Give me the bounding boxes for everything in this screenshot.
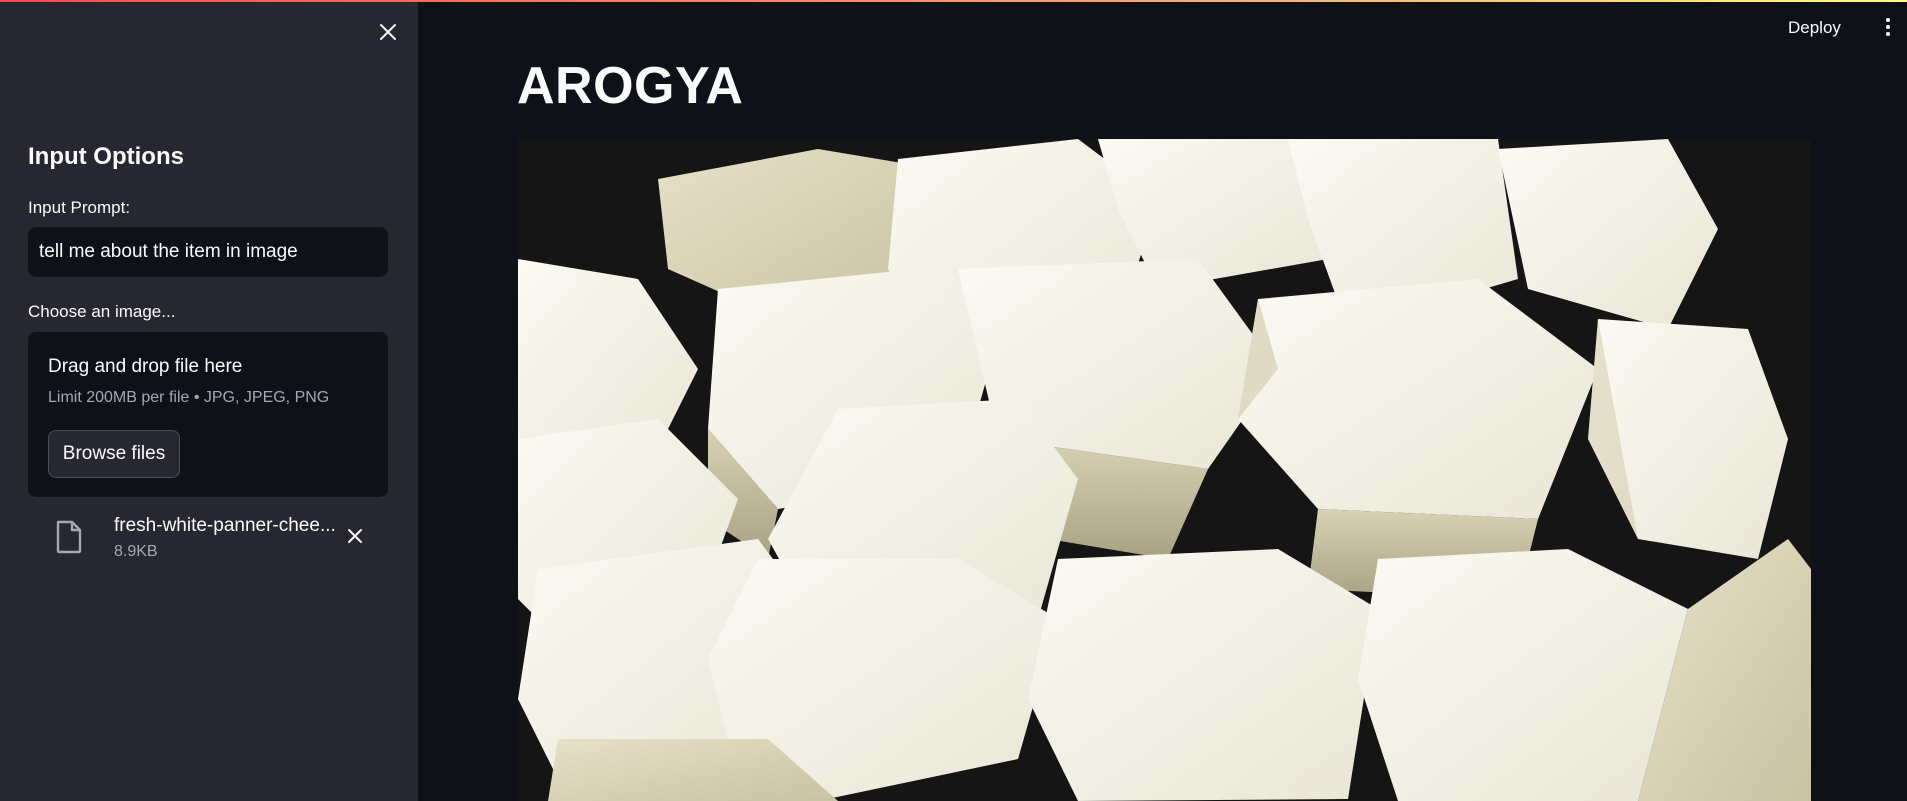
image-uploader-label: Choose an image... xyxy=(28,302,176,321)
page-title: AROGYA xyxy=(517,57,744,115)
uploaded-file-size: 8.9KB xyxy=(114,543,158,560)
browse-files-button[interactable]: Browse files xyxy=(48,430,180,478)
sidebar-section-title: Input Options xyxy=(28,143,184,170)
file-icon xyxy=(55,520,83,554)
dropzone-title: Drag and drop file here xyxy=(48,356,243,377)
close-icon[interactable] xyxy=(376,20,400,44)
prompt-input[interactable] xyxy=(28,227,388,277)
file-dropzone[interactable]: Drag and drop file here Limit 200MB per … xyxy=(28,332,388,497)
dropzone-limit-text: Limit 200MB per file • JPG, JPEG, PNG xyxy=(48,389,330,406)
kebab-vertical-icon[interactable] xyxy=(1880,18,1896,40)
prompt-label: Input Prompt: xyxy=(28,198,131,217)
header-decoration-bar xyxy=(0,0,1907,2)
deploy-button[interactable]: Deploy xyxy=(1788,18,1841,38)
uploaded-file-item: fresh-white-panner-chee... 8.9KB xyxy=(28,512,388,570)
uploaded-file-name: fresh-white-panner-chee... xyxy=(114,515,336,536)
paneer-image xyxy=(518,139,1811,801)
sidebar: Input Options Input Prompt: Choose an im… xyxy=(0,0,418,801)
remove-file-icon[interactable] xyxy=(344,525,366,547)
